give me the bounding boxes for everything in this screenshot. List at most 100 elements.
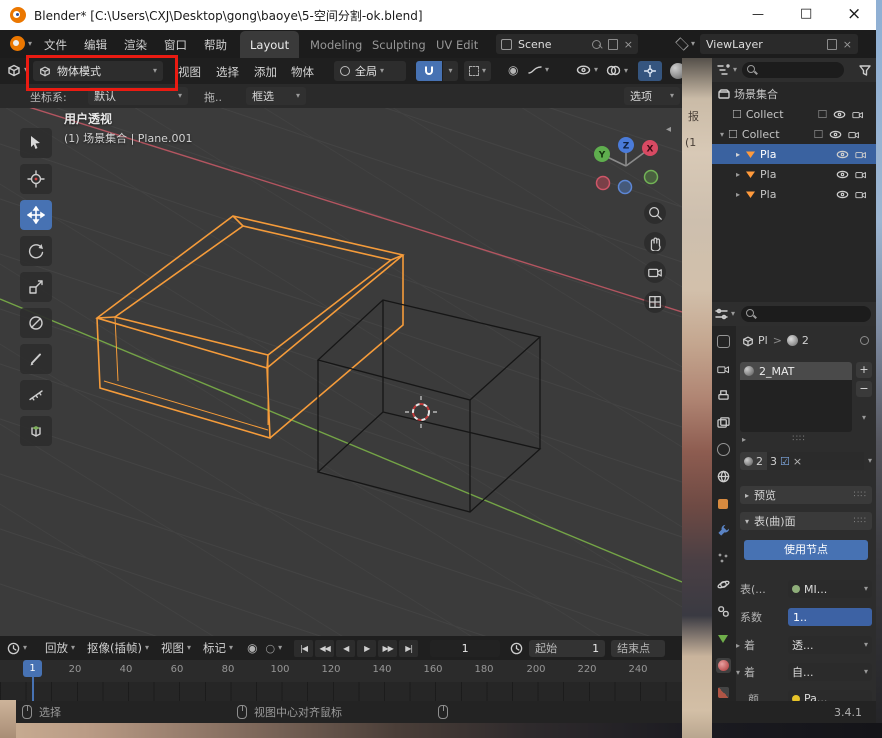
outliner-row-object[interactable]: ▸ Pla bbox=[712, 184, 876, 204]
visibility-dropdown[interactable]: ▾ bbox=[576, 65, 598, 75]
row-label[interactable]: Pla bbox=[760, 188, 776, 201]
outliner-row-scene-collection[interactable]: 场景集合 bbox=[712, 84, 876, 104]
frame-end-field[interactable]: 结束点 bbox=[611, 640, 665, 657]
ortho-grid-button[interactable] bbox=[644, 291, 666, 313]
properties-editor-icon[interactable] bbox=[715, 308, 728, 320]
tool-measure[interactable] bbox=[20, 380, 52, 410]
row-label[interactable]: Collect bbox=[742, 128, 780, 141]
tool-annotate[interactable] bbox=[20, 344, 52, 374]
workspace-tab-layout[interactable]: Layout bbox=[240, 31, 299, 58]
tab-output-icon[interactable] bbox=[716, 388, 731, 403]
camera-view-button[interactable] bbox=[644, 261, 666, 283]
expand-icon[interactable]: ▸ bbox=[736, 641, 740, 650]
expand-icon[interactable]: ▸ bbox=[736, 190, 740, 199]
row-label[interactable]: 场景集合 bbox=[734, 86, 778, 102]
material-crumb-icon[interactable] bbox=[787, 335, 798, 346]
row-label[interactable]: Collect bbox=[746, 108, 784, 121]
outliner-editor-icon[interactable] bbox=[717, 64, 730, 76]
exclude-checkbox[interactable]: ☐ bbox=[814, 128, 824, 141]
material-slot-name[interactable]: 2_MAT bbox=[759, 365, 794, 378]
menu-object[interactable]: 物体 bbox=[291, 64, 314, 80]
current-frame-field[interactable]: 1 bbox=[430, 640, 500, 657]
menu-view[interactable]: 视图 bbox=[178, 64, 201, 80]
eye-icon[interactable] bbox=[833, 110, 846, 119]
zoom-button[interactable] bbox=[644, 202, 666, 224]
row-label[interactable]: Pla bbox=[760, 148, 776, 161]
menu-select[interactable]: 选择 bbox=[216, 64, 239, 80]
navigation-gizmo[interactable]: Z Y X bbox=[588, 132, 668, 204]
camera-visibility-icon[interactable] bbox=[855, 190, 867, 199]
falloff-dropdown[interactable]: ▾ bbox=[528, 65, 549, 75]
shader2-dropdown[interactable]: 自... ▾ bbox=[788, 663, 872, 681]
copy-viewlayer-icon[interactable] bbox=[827, 39, 837, 50]
snap-toggle[interactable] bbox=[416, 61, 442, 81]
shader1-dropdown[interactable]: 透... ▾ bbox=[788, 636, 872, 654]
browse-material-button[interactable]: 2 bbox=[740, 452, 767, 470]
orientation-dropdown[interactable]: 全局 ▾ bbox=[334, 61, 406, 81]
tab-data-icon[interactable] bbox=[716, 631, 731, 646]
tab-constraints-icon[interactable] bbox=[716, 604, 731, 619]
snap-with-button[interactable]: ▾ bbox=[464, 61, 491, 81]
maximize-button[interactable]: □ bbox=[800, 6, 812, 21]
play-button[interactable]: ▶ bbox=[357, 640, 376, 657]
tab-world-icon[interactable] bbox=[716, 469, 731, 484]
new-scene-icon[interactable] bbox=[608, 39, 618, 50]
crumb-object[interactable]: Pl bbox=[758, 334, 768, 347]
tool-scale[interactable] bbox=[20, 272, 52, 302]
menu-render[interactable]: 渲染 bbox=[124, 37, 147, 53]
tool-cursor[interactable] bbox=[20, 164, 52, 194]
surface-shader-dropdown[interactable]: MI... ▾ bbox=[788, 580, 872, 598]
tool-transform[interactable] bbox=[20, 308, 52, 338]
camera-visibility-icon[interactable] bbox=[848, 130, 860, 139]
menu-keying[interactable]: 抠像(插帧) bbox=[87, 640, 142, 656]
unlink-viewlayer-icon[interactable]: × bbox=[843, 38, 852, 51]
expand-icon[interactable]: ▸ bbox=[736, 150, 740, 159]
prev-key-button[interactable]: ◀◀ bbox=[315, 640, 334, 657]
properties-search-input[interactable] bbox=[741, 306, 871, 322]
row-label[interactable]: Pla bbox=[760, 168, 776, 181]
use-nodes-button[interactable]: 使用节点 bbox=[744, 540, 868, 560]
keyingset-circle-icon[interactable]: ○ bbox=[266, 642, 276, 655]
minimize-button[interactable]: — bbox=[752, 7, 764, 21]
tab-tool-icon[interactable] bbox=[716, 334, 731, 349]
tool-add-cube[interactable] bbox=[20, 416, 52, 446]
collapse-icon[interactable]: ▾ bbox=[736, 668, 740, 677]
options-dropdown[interactable]: 选项 ▾ bbox=[624, 87, 680, 105]
outliner-row-collection[interactable]: ☐ Collect ☐ bbox=[712, 104, 876, 124]
fake-user-toggle[interactable]: ☑ bbox=[780, 455, 790, 468]
viewlayer-selector[interactable]: ViewLayer × bbox=[700, 34, 858, 54]
crumb-material[interactable]: 2 bbox=[802, 334, 809, 347]
autokey-toggle[interactable]: ◉ bbox=[247, 641, 257, 655]
gizmos-toggle[interactable] bbox=[638, 61, 662, 81]
frame-start-field[interactable]: 起始 1 bbox=[529, 640, 605, 657]
tab-object-icon[interactable] bbox=[716, 496, 731, 511]
tab-scene-icon[interactable] bbox=[716, 442, 731, 457]
camera-visibility-icon[interactable] bbox=[855, 170, 867, 179]
tab-render-icon[interactable] bbox=[716, 361, 731, 376]
outliner-row-object-selected[interactable]: ▸ Pla bbox=[712, 144, 876, 164]
scene-name[interactable]: Scene bbox=[518, 38, 552, 51]
proportional-edit-icon[interactable]: ◉ bbox=[508, 63, 518, 77]
mode-dropdown[interactable]: 物体模式 ▾ bbox=[33, 61, 163, 81]
tab-modifiers-icon[interactable] bbox=[716, 523, 731, 538]
menu-add[interactable]: 添加 bbox=[254, 64, 277, 80]
eye-icon[interactable] bbox=[836, 150, 849, 159]
camera-visibility-icon[interactable] bbox=[855, 150, 867, 159]
orientation-value-dropdown[interactable]: 默认 ▾ bbox=[88, 87, 188, 105]
eye-icon[interactable] bbox=[836, 170, 849, 179]
clock-icon[interactable] bbox=[510, 642, 523, 655]
playhead-label[interactable]: 1 bbox=[23, 660, 42, 677]
tab-particles-icon[interactable] bbox=[716, 550, 731, 565]
object-crumb-icon[interactable] bbox=[742, 335, 754, 347]
menu-edit[interactable]: 编辑 bbox=[84, 37, 107, 53]
workspace-tab-sculpting[interactable]: Sculpting bbox=[362, 31, 436, 58]
slot-remove-button[interactable]: − bbox=[856, 381, 872, 397]
shading-sphere-icon[interactable] bbox=[670, 63, 682, 79]
tab-material-icon[interactable] bbox=[716, 658, 731, 673]
menu-playback[interactable]: 回放 bbox=[45, 640, 68, 656]
filter-icon[interactable] bbox=[859, 65, 871, 76]
tool-rotate[interactable] bbox=[20, 236, 52, 266]
grip-icon[interactable]: ∷∷ bbox=[792, 434, 805, 444]
outliner-row-collection[interactable]: ▾ ☐ Collect ☐ bbox=[712, 124, 876, 144]
tool-move[interactable] bbox=[20, 200, 52, 230]
